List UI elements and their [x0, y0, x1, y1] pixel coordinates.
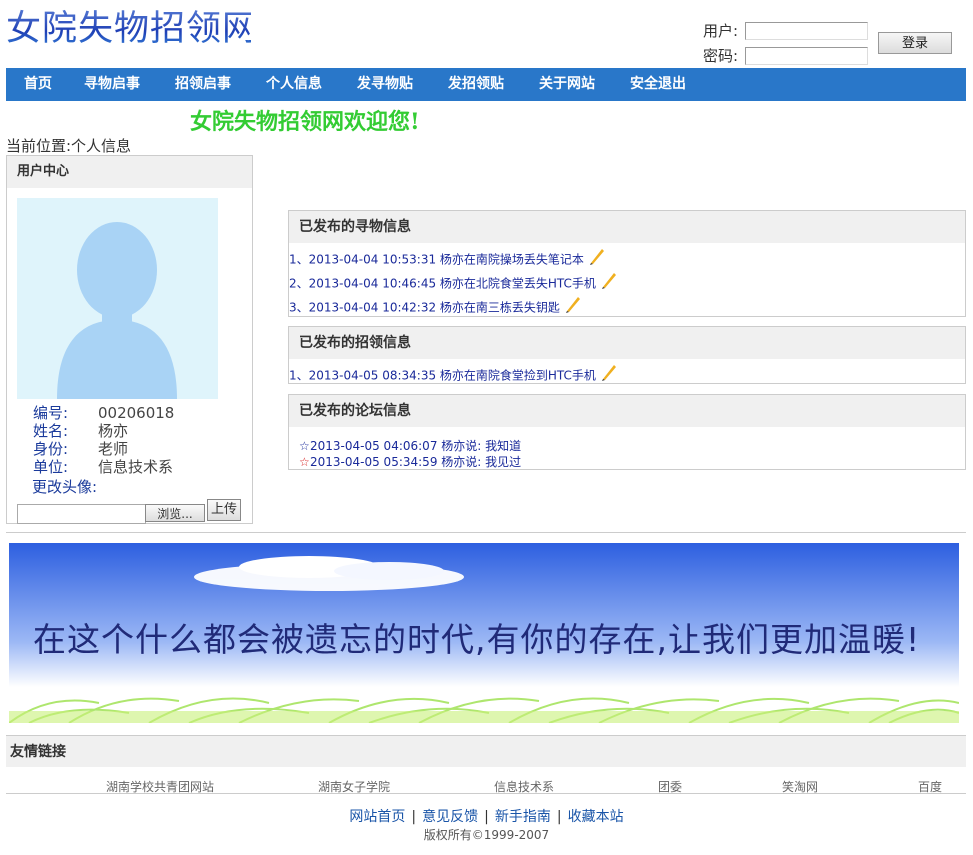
divider [6, 532, 966, 533]
footer-links: 网站首页 | 意见反馈 | 新手指南 | 收藏本站 [0, 806, 973, 826]
field-name: 姓名: 杨亦 [7, 422, 247, 440]
field-department: 单位: 信息技术系 [7, 458, 247, 476]
avatar-file-input[interactable] [17, 504, 146, 524]
change-avatar-label: 更改头像: [32, 478, 98, 496]
pencil-icon [565, 297, 580, 313]
footer-link-home[interactable]: 网站首页 [349, 809, 405, 825]
nav-post-found[interactable]: 发招领贴 [448, 68, 504, 101]
forum-posts-panel: 已发布的论坛信息 ☆2013-04-05 04:06:07 杨亦说: 我知道 ☆… [288, 394, 966, 470]
username-input[interactable] [745, 22, 868, 40]
field-role-label: 身份: [33, 440, 69, 458]
field-id-label: 编号: [33, 404, 69, 422]
found-post-link[interactable]: 1、2013-04-05 08:34:35 杨亦在南院食堂捡到HTC手机 [289, 369, 596, 383]
banner-slogan: 在这个什么都会被遗忘的时代,有你的存在,让我们更加温暖! [33, 620, 921, 659]
found-posts-title: 已发布的招领信息 [289, 327, 965, 359]
main-nav: 首页 寻物启事 招领启事 个人信息 发寻物贴 发招领贴 关于网站 安全退出 [6, 68, 966, 101]
lost-posts-title: 已发布的寻物信息 [289, 211, 965, 243]
field-role-value: 老师 [98, 440, 129, 458]
forum-post-link[interactable]: 2013-04-05 04:06:07 杨亦说: 我知道 [310, 439, 521, 453]
footer-link-guide[interactable]: 新手指南 [495, 809, 551, 825]
field-department-label: 单位: [33, 458, 69, 476]
found-post-item[interactable]: 1、2013-04-05 08:34:35 杨亦在南院食堂捡到HTC手机 [289, 365, 618, 385]
upload-button[interactable]: 上传 [207, 499, 241, 521]
username-label: 用户: [703, 22, 739, 40]
lost-post-item[interactable]: 3、2013-04-04 10:42:32 杨亦在南三栋丢失钥匙 [289, 297, 582, 317]
lost-post-link[interactable]: 2、2013-04-04 10:46:45 杨亦在北院食堂丢失HTC手机 [289, 277, 596, 291]
nav-post-lost[interactable]: 发寻物贴 [357, 68, 413, 101]
footer-link-bookmark[interactable]: 收藏本站 [568, 809, 624, 825]
found-posts-panel: 已发布的招领信息 1、2013-04-05 08:34:35 杨亦在南院食堂捡到… [288, 326, 966, 384]
copyright: 版权所有©1999-2007 [423, 828, 550, 842]
field-role: 身份: 老师 [7, 440, 247, 458]
nav-about[interactable]: 关于网站 [539, 68, 595, 101]
footer-separator: | [556, 809, 562, 825]
field-department-value: 信息技术系 [98, 458, 174, 476]
pencil-icon [589, 249, 604, 265]
avatar-placeholder-icon [17, 198, 218, 399]
lost-post-link[interactable]: 1、2013-04-04 10:53:31 杨亦在南院操场丢失笔记本 [289, 253, 584, 267]
password-label: 密码: [703, 47, 739, 65]
welcome-message: 女院失物招领网欢迎您! [190, 109, 420, 135]
forum-posts-title: 已发布的论坛信息 [289, 395, 965, 427]
lost-post-item[interactable]: 2、2013-04-04 10:46:45 杨亦在北院食堂丢失HTC手机 [289, 273, 618, 293]
field-name-label: 姓名: [33, 422, 69, 440]
field-name-value: 杨亦 [98, 422, 129, 440]
nav-personal-info[interactable]: 个人信息 [266, 68, 322, 101]
footer-link-feedback[interactable]: 意见反馈 [422, 809, 478, 825]
star-outline-icon: ☆ [299, 455, 310, 469]
field-id-value: 00206018 [98, 404, 175, 422]
nav-logout[interactable]: 安全退出 [630, 68, 686, 101]
avatar [17, 198, 218, 399]
divider [6, 793, 966, 794]
nav-home[interactable]: 首页 [24, 68, 52, 101]
login-button[interactable]: 登录 [878, 32, 952, 54]
footer-separator: | [484, 809, 489, 825]
lost-posts-panel: 已发布的寻物信息 1、2013-04-04 10:53:31 杨亦在南院操场丢失… [288, 210, 966, 317]
forum-post-item[interactable]: ☆2013-04-05 04:06:07 杨亦说: 我知道 [299, 438, 521, 454]
browse-button[interactable]: 浏览... [145, 504, 205, 522]
breadcrumb: 当前位置:个人信息 [6, 137, 132, 155]
star-outline-icon: ☆ [299, 439, 310, 453]
nav-lost-notices[interactable]: 寻物启事 [84, 68, 140, 101]
user-center-panel: 用户中心 编号: 00206018 姓名: 杨亦 身份: 老师 单位: 信息技术… [6, 155, 253, 524]
forum-post-link[interactable]: 2013-04-05 05:34:59 杨亦说: 我见过 [310, 455, 521, 469]
user-center-title: 用户中心 [7, 156, 252, 188]
field-id: 编号: 00206018 [7, 404, 247, 422]
footer-separator: | [411, 809, 417, 825]
forum-post-item[interactable]: ☆2013-04-05 05:34:59 杨亦说: 我见过 [299, 454, 521, 470]
slogan-banner: 在这个什么都会被遗忘的时代,有你的存在,让我们更加温暖! [9, 543, 959, 723]
friend-links-title: 友情链接 [6, 735, 966, 767]
nav-found-notices[interactable]: 招领启事 [175, 68, 231, 101]
lost-post-item[interactable]: 1、2013-04-04 10:53:31 杨亦在南院操场丢失笔记本 [289, 249, 606, 269]
pencil-icon [601, 365, 616, 381]
site-logo: 女院失物招领网 [6, 6, 257, 52]
lost-post-link[interactable]: 3、2013-04-04 10:42:32 杨亦在南三栋丢失钥匙 [289, 301, 560, 315]
password-input[interactable] [745, 47, 868, 65]
pencil-icon [601, 273, 616, 289]
